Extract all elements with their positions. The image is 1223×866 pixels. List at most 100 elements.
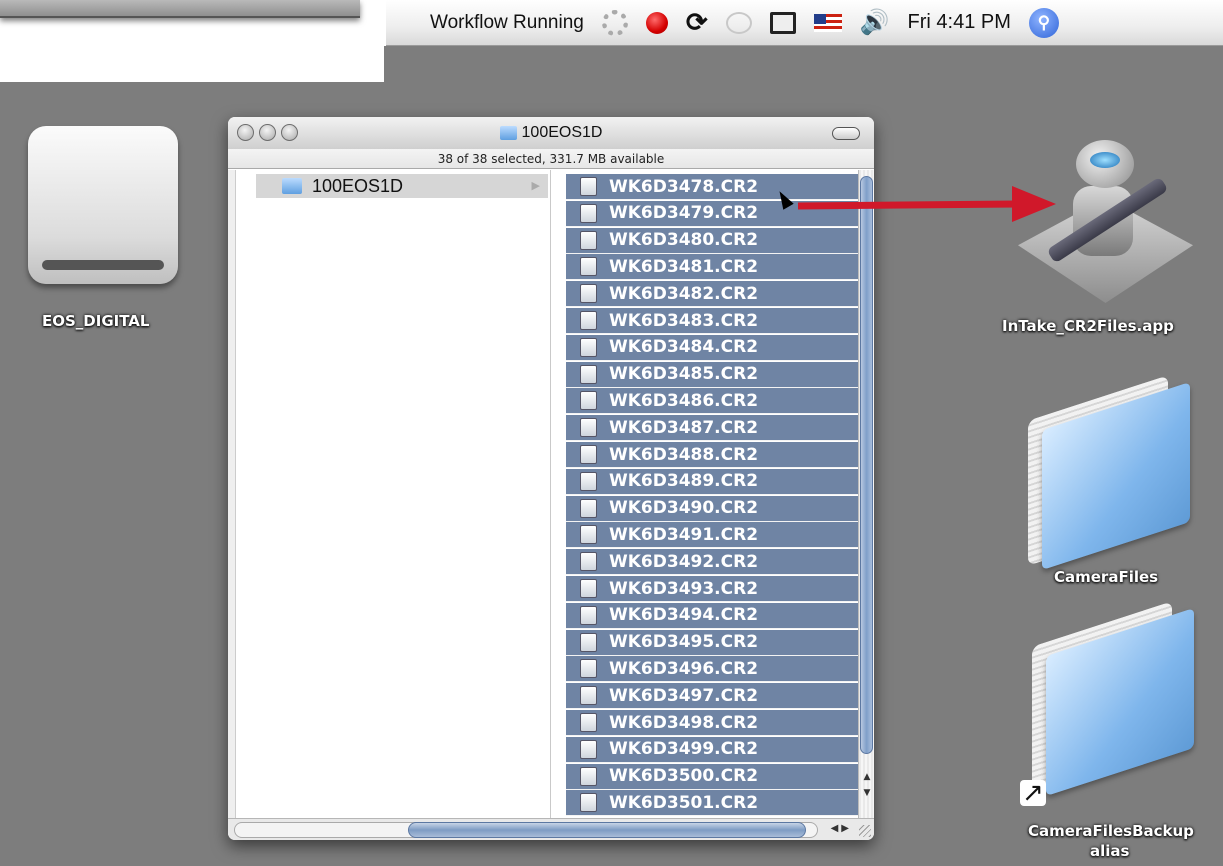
window-title: 100EOS1D xyxy=(499,124,603,142)
resize-grip[interactable] xyxy=(859,825,871,837)
file-row[interactable]: WK6D3492.CR2 xyxy=(566,549,858,576)
alias-label[interactable]: alias xyxy=(1090,842,1129,860)
menubar-clock[interactable]: Fri 4:41 PM xyxy=(908,11,1011,34)
minimize-button[interactable] xyxy=(259,124,276,141)
workflow-status-label: Workflow Running xyxy=(430,11,584,33)
raw-file-icon xyxy=(580,579,597,598)
automator-app-icon[interactable] xyxy=(1018,140,1193,305)
file-name: WK6D3492.CR2 xyxy=(609,551,759,572)
file-row[interactable]: WK6D3501.CR2 xyxy=(566,790,858,817)
folder-icon xyxy=(499,126,517,140)
file-name: WK6D3493.CR2 xyxy=(609,578,759,599)
raw-file-icon xyxy=(580,498,597,518)
file-row[interactable]: WK6D3480.CR2 xyxy=(566,227,858,254)
file-name: WK6D3501.CR2 xyxy=(609,792,759,813)
column-item-label: 100EOS1D xyxy=(312,175,404,196)
record-icon[interactable] xyxy=(645,11,668,34)
zoom-button[interactable] xyxy=(281,124,298,141)
file-row[interactable]: WK6D3489.CR2 xyxy=(566,468,858,495)
raw-file-icon xyxy=(580,793,597,813)
eos-digital-drive-icon[interactable] xyxy=(28,126,178,284)
close-button[interactable] xyxy=(237,124,254,141)
file-name: WK6D3483.CR2 xyxy=(609,310,759,331)
file-name: WK6D3484.CR2 xyxy=(609,337,759,358)
spinner-icon xyxy=(601,9,628,36)
raw-file-icon xyxy=(580,605,597,625)
file-name: WK6D3488.CR2 xyxy=(609,444,759,465)
file-row[interactable]: WK6D3479.CR2 xyxy=(566,200,858,227)
folder-icon xyxy=(282,178,302,194)
chat-bubble-icon[interactable] xyxy=(725,11,752,34)
horizontal-scroll-thumb[interactable] xyxy=(408,822,806,838)
raw-file-icon xyxy=(580,311,597,330)
vertical-scrollbar[interactable]: ▲ ▼ xyxy=(858,170,874,818)
file-name: WK6D3482.CR2 xyxy=(609,283,759,304)
app-label[interactable]: InTake_CR2Files.app xyxy=(1002,317,1174,335)
finder-window: 100EOS1D 38 of 38 selected, 331.7 MB ava… xyxy=(228,117,874,840)
raw-file-icon xyxy=(580,659,597,679)
raw-file-icon xyxy=(580,552,597,572)
file-name: WK6D3497.CR2 xyxy=(609,685,759,706)
horizontal-scroll-arrows[interactable]: ◀▶ xyxy=(831,823,852,834)
file-row[interactable]: WK6D3498.CR2 xyxy=(566,710,858,736)
raw-file-icon xyxy=(580,471,597,491)
file-row[interactable]: WK6D3481.CR2 xyxy=(566,254,858,281)
file-row[interactable]: WK6D3484.CR2 xyxy=(566,334,858,361)
scroll-up-arrow[interactable]: ▲ xyxy=(861,770,873,784)
file-row[interactable]: WK6D3499.CR2 xyxy=(566,736,858,763)
drive-slot xyxy=(42,260,164,270)
camerafiles-label[interactable]: CameraFiles xyxy=(1054,568,1158,586)
file-row[interactable]: WK6D3483.CR2 xyxy=(566,308,858,334)
file-row[interactable]: WK6D3482.CR2 xyxy=(566,281,858,308)
file-row[interactable]: WK6D3486.CR2 xyxy=(566,388,858,415)
file-row[interactable]: WK6D3493.CR2 xyxy=(566,576,858,602)
window-titlebar[interactable]: 100EOS1D xyxy=(228,117,874,149)
file-row[interactable]: WK6D3491.CR2 xyxy=(566,522,858,549)
file-name: WK6D3498.CR2 xyxy=(609,712,759,733)
display-icon[interactable] xyxy=(769,11,796,34)
vertical-scroll-thumb[interactable] xyxy=(860,176,873,754)
speaker-icon[interactable]: 🔊 xyxy=(860,8,890,37)
file-name: WK6D3489.CR2 xyxy=(609,471,759,492)
window-title-text: 100EOS1D xyxy=(521,124,603,141)
camerafilesbackup-label[interactable]: CameraFilesBackup xyxy=(1028,822,1194,840)
file-row[interactable]: WK6D3487.CR2 xyxy=(566,415,858,442)
column-browser-2: WK6D3478.CR2 WK6D3479.CR2 WK6D3480.CR2 WK6D… xyxy=(566,170,858,818)
camerafilesbackup-folder-icon[interactable] xyxy=(1028,601,1194,797)
file-row[interactable]: WK6D3497.CR2 xyxy=(566,683,858,710)
raw-file-icon xyxy=(580,177,597,196)
camerafiles-folder-icon[interactable] xyxy=(1024,375,1190,571)
file-row[interactable]: WK6D3490.CR2 xyxy=(566,495,858,522)
raw-file-icon xyxy=(580,257,597,277)
spotlight-icon[interactable]: ⚲ xyxy=(1028,7,1059,38)
file-name: WK6D3494.CR2 xyxy=(609,605,759,626)
column-item-100eos1d[interactable]: 100EOS1D ▶ xyxy=(256,174,548,198)
raw-file-icon xyxy=(580,364,597,384)
menubar: Workflow Running ⟳ 🔊 Fri 4:41 PM ⚲ xyxy=(386,0,1223,46)
window-status-bar: 38 of 38 selected, 331.7 MB available xyxy=(228,149,874,169)
background-window-fragment xyxy=(0,0,360,18)
file-row[interactable]: WK6D3478.CR2 xyxy=(566,174,858,200)
file-name: WK6D3495.CR2 xyxy=(609,632,759,653)
file-name: WK6D3500.CR2 xyxy=(609,766,759,787)
file-row[interactable]: WK6D3488.CR2 xyxy=(566,442,858,468)
toolbar-toggle-button[interactable] xyxy=(832,127,860,140)
drive-label[interactable]: EOS_DIGITAL xyxy=(42,312,149,330)
raw-file-icon xyxy=(580,284,597,304)
raw-file-icon xyxy=(580,739,597,759)
file-row[interactable]: WK6D3495.CR2 xyxy=(566,629,858,656)
horizontal-scrollbar[interactable]: ◀▶ xyxy=(228,818,874,840)
file-row[interactable]: WK6D3496.CR2 xyxy=(566,656,858,683)
file-row[interactable]: WK6D3494.CR2 xyxy=(566,602,858,629)
column-browser-1: 100EOS1D ▶ xyxy=(246,170,551,818)
file-name: WK6D3480.CR2 xyxy=(609,230,759,251)
raw-file-icon xyxy=(580,445,597,464)
file-row[interactable]: WK6D3500.CR2 xyxy=(566,763,858,790)
sync-icon[interactable]: ⟳ xyxy=(686,7,708,38)
scroll-down-arrow[interactable]: ▼ xyxy=(861,786,873,800)
file-row[interactable]: WK6D3485.CR2 xyxy=(566,361,858,388)
us-flag-icon[interactable] xyxy=(813,13,842,32)
file-name: WK6D3481.CR2 xyxy=(609,256,759,277)
desktop-area-top xyxy=(384,46,1223,86)
alias-arrow-icon: ↗ xyxy=(1020,780,1046,806)
